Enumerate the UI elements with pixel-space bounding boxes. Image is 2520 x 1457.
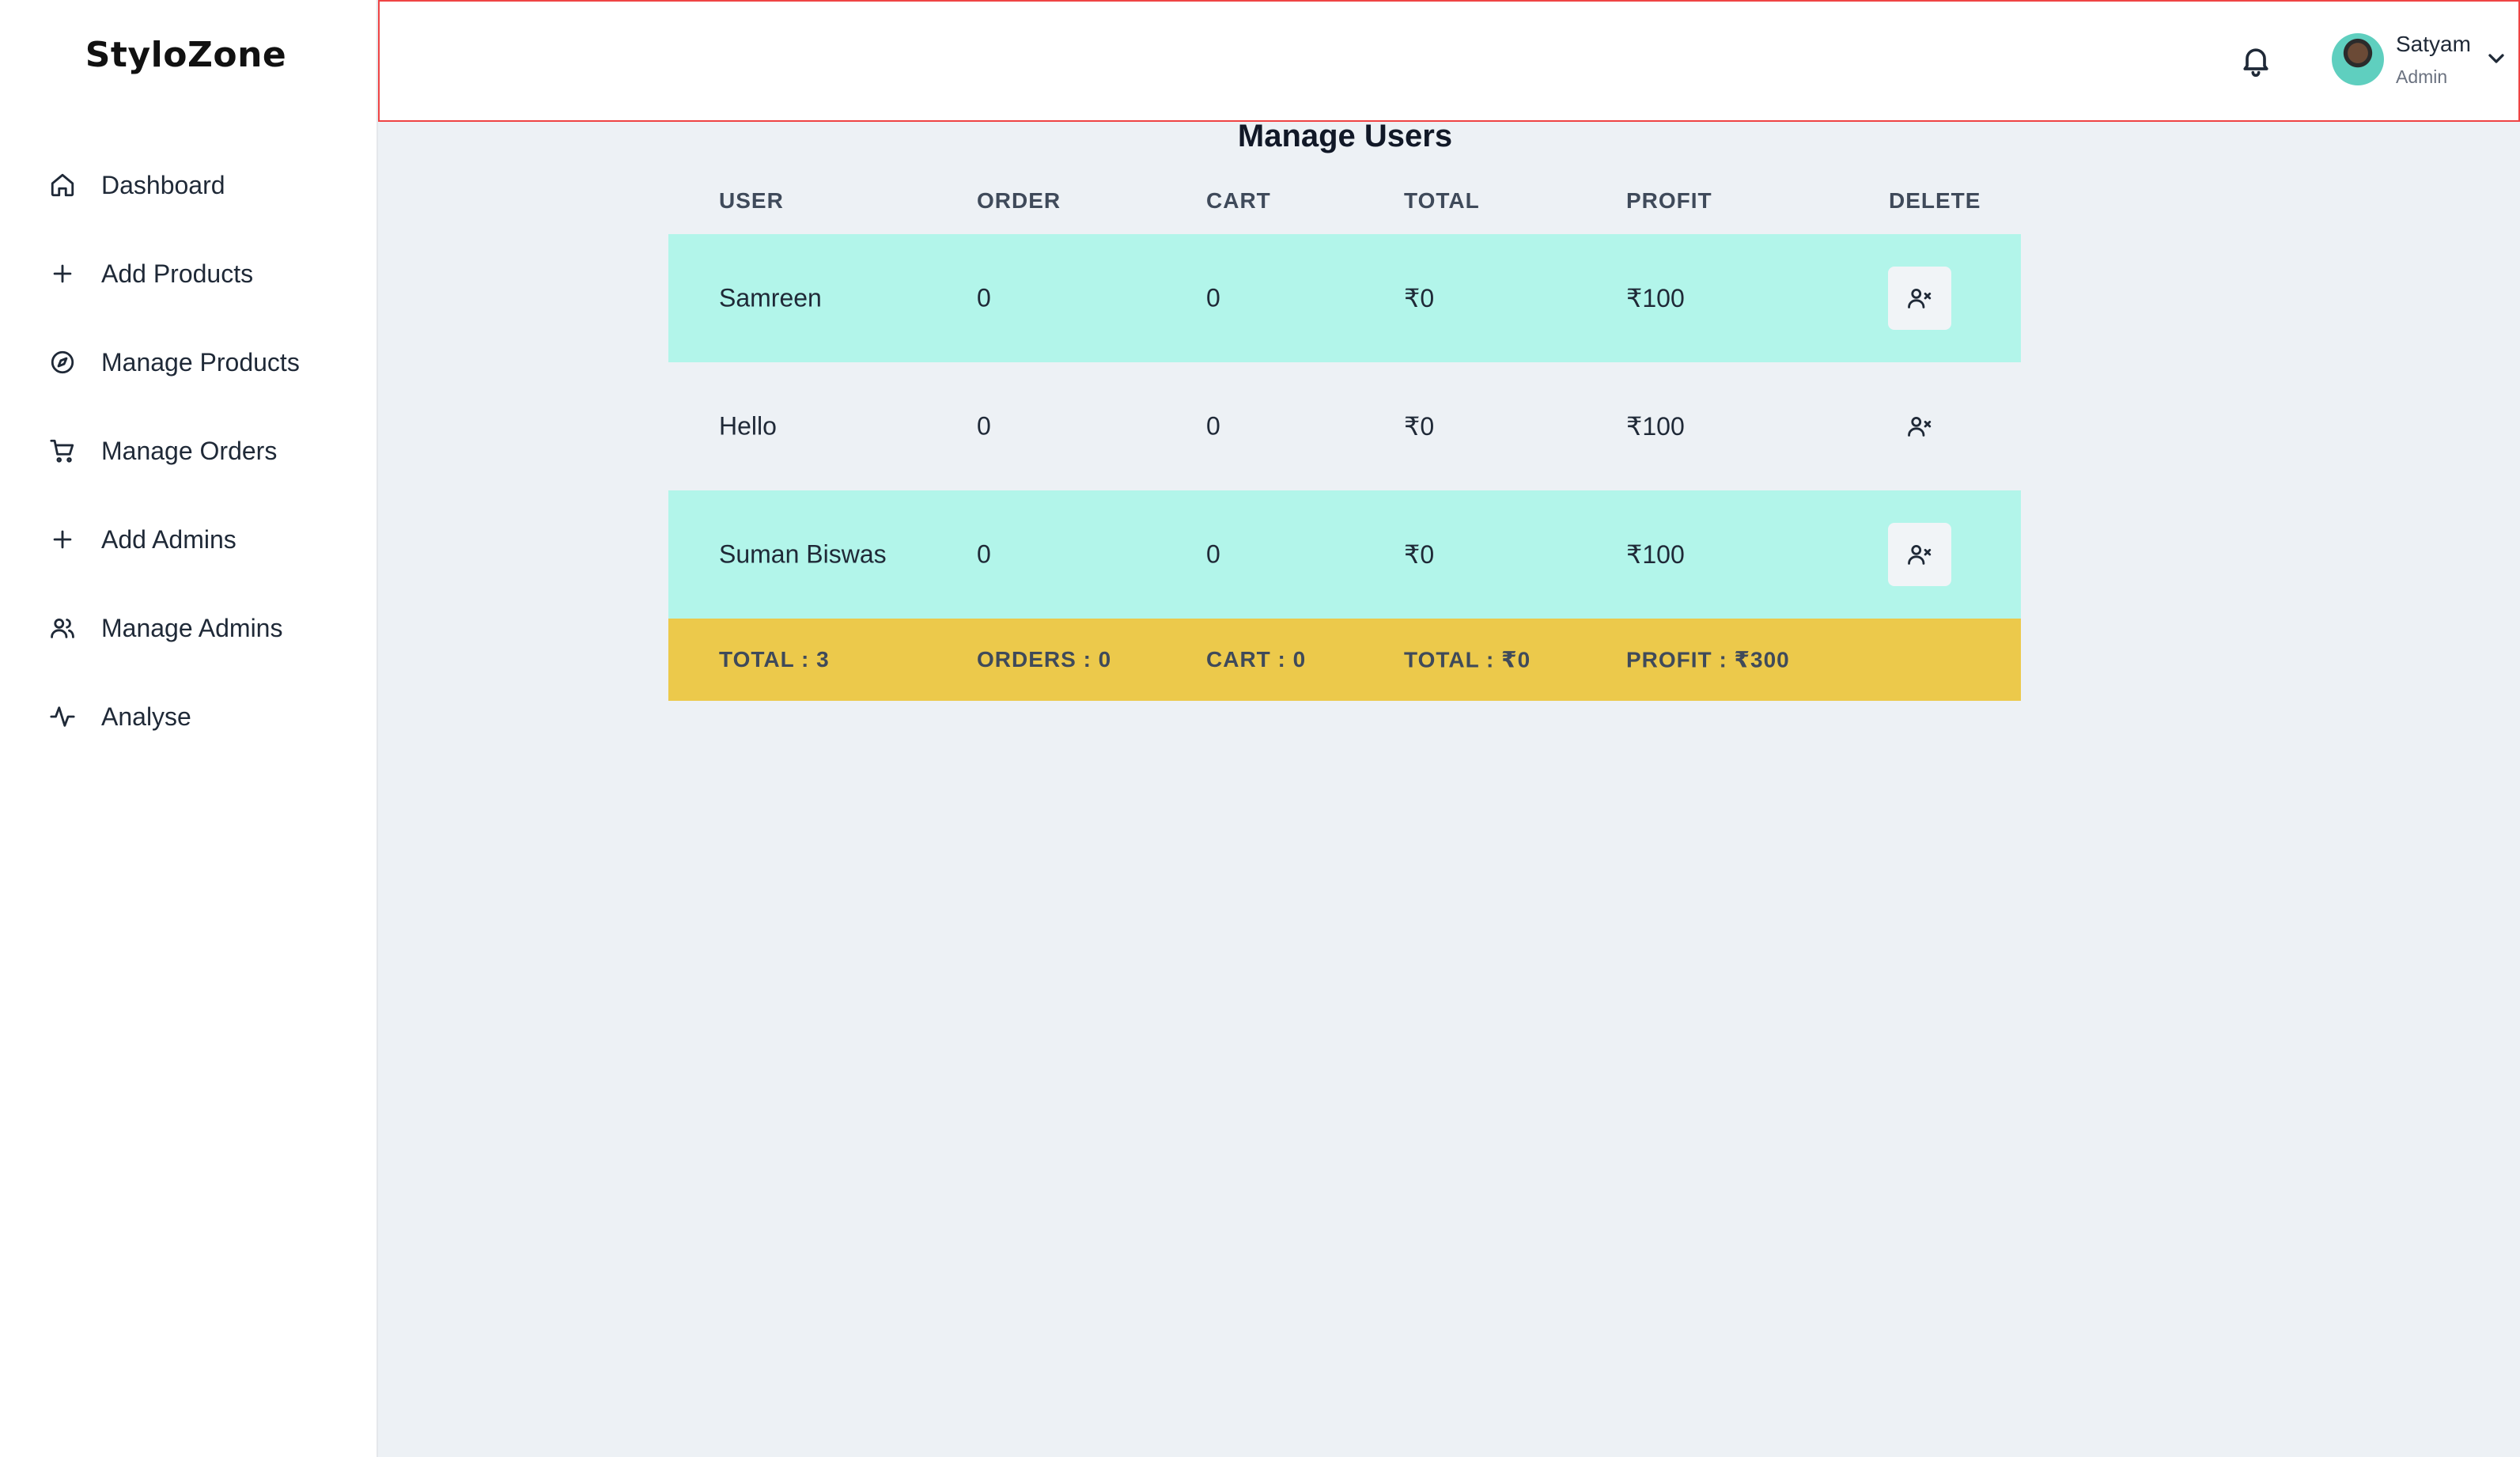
top-header: Satyam Admin: [378, 0, 2520, 122]
user-remove-icon: [1908, 288, 1932, 308]
home-icon: [49, 172, 76, 199]
cart-icon: [49, 437, 76, 464]
order-cell: 0: [977, 283, 991, 312]
user-role: Admin: [2396, 66, 2448, 87]
cart-cell: 0: [1206, 539, 1220, 569]
column-header-order: ORDER: [977, 188, 1061, 213]
activity-icon: [49, 703, 76, 730]
total-amount: TOTAL : ₹0: [1404, 647, 1531, 672]
plus-icon: [49, 260, 76, 287]
column-header-total: TOTAL: [1404, 188, 1480, 213]
cart-cell: 0: [1206, 411, 1220, 441]
users-table: USER ORDER CART TOTAL PROFIT DELETE Samr…: [668, 168, 2021, 701]
delete-user-button[interactable]: [1888, 395, 1951, 458]
column-header-delete: DELETE: [1889, 188, 1981, 213]
column-header-user: USER: [719, 188, 784, 213]
sidebar-item-label: Analyse: [101, 702, 191, 731]
sidebar-item-analyse[interactable]: Analyse: [0, 672, 376, 761]
total-cell: ₹0: [1404, 412, 1435, 441]
page-title: Manage Users: [1237, 119, 1453, 153]
total-users: TOTAL : 3: [719, 647, 830, 672]
table-header-row: USER ORDER CART TOTAL PROFIT DELETE: [668, 168, 2021, 234]
user-name[interactable]: Satyam: [2396, 32, 2471, 57]
sidebar-item-label: Add Admins: [101, 524, 236, 554]
delete-user-button[interactable]: [1888, 523, 1951, 586]
sidebar-item-manage-orders[interactable]: Manage Orders: [0, 407, 376, 495]
order-cell: 0: [977, 539, 991, 569]
sidebar-item-add-products[interactable]: Add Products: [0, 229, 376, 318]
users-icon: [49, 615, 76, 641]
compass-icon: [49, 349, 76, 376]
plus-icon: [49, 526, 76, 553]
column-header-profit: PROFIT: [1626, 188, 1712, 213]
sidebar: StyloZone Dashboard Add Products Manage …: [0, 0, 378, 1457]
sidebar-nav: Dashboard Add Products Manage Products M…: [0, 141, 376, 761]
sidebar-item-label: Manage Products: [101, 347, 300, 377]
table-row: Suman Biswas 0 0 ₹0 ₹100: [668, 490, 2021, 619]
cart-cell: 0: [1206, 283, 1220, 312]
delete-user-button[interactable]: [1888, 267, 1951, 330]
user-cell: Suman Biswas: [719, 539, 887, 569]
profit-cell: ₹100: [1626, 412, 1685, 441]
profit-cell: ₹100: [1626, 284, 1685, 312]
sidebar-item-label: Manage Admins: [101, 613, 283, 642]
profit-cell: ₹100: [1626, 540, 1685, 569]
user-remove-icon: [1908, 544, 1932, 565]
order-cell: 0: [977, 411, 991, 441]
sidebar-item-manage-products[interactable]: Manage Products: [0, 318, 376, 407]
user-cell: Samreen: [719, 283, 822, 312]
sidebar-item-manage-admins[interactable]: Manage Admins: [0, 584, 376, 672]
app-logo[interactable]: StyloZone: [0, 35, 372, 75]
bell-icon[interactable]: [2238, 43, 2273, 78]
sidebar-item-label: Dashboard: [101, 170, 225, 199]
totals-row: TOTAL : 3 ORDERS : 0 CART : 0 TOTAL : ₹0…: [668, 619, 2021, 701]
sidebar-item-dashboard[interactable]: Dashboard: [0, 141, 376, 229]
column-header-cart: CART: [1206, 188, 1271, 213]
total-cell: ₹0: [1404, 284, 1435, 312]
total-orders: ORDERS : 0: [977, 647, 1112, 672]
total-profit: PROFIT : ₹300: [1626, 647, 1790, 672]
total-cell: ₹0: [1404, 540, 1435, 569]
avatar[interactable]: [2332, 33, 2384, 85]
sidebar-item-label: Add Products: [101, 259, 254, 288]
table-row: Samreen 0 0 ₹0 ₹100: [668, 234, 2021, 362]
user-remove-icon: [1908, 416, 1932, 437]
sidebar-item-label: Manage Orders: [101, 436, 278, 465]
table-row: Hello 0 0 ₹0 ₹100: [668, 362, 2021, 490]
chevron-down-icon[interactable]: [2484, 46, 2509, 71]
user-cell: Hello: [719, 411, 777, 441]
sidebar-item-add-admins[interactable]: Add Admins: [0, 495, 376, 584]
total-cart: CART : 0: [1206, 647, 1307, 672]
